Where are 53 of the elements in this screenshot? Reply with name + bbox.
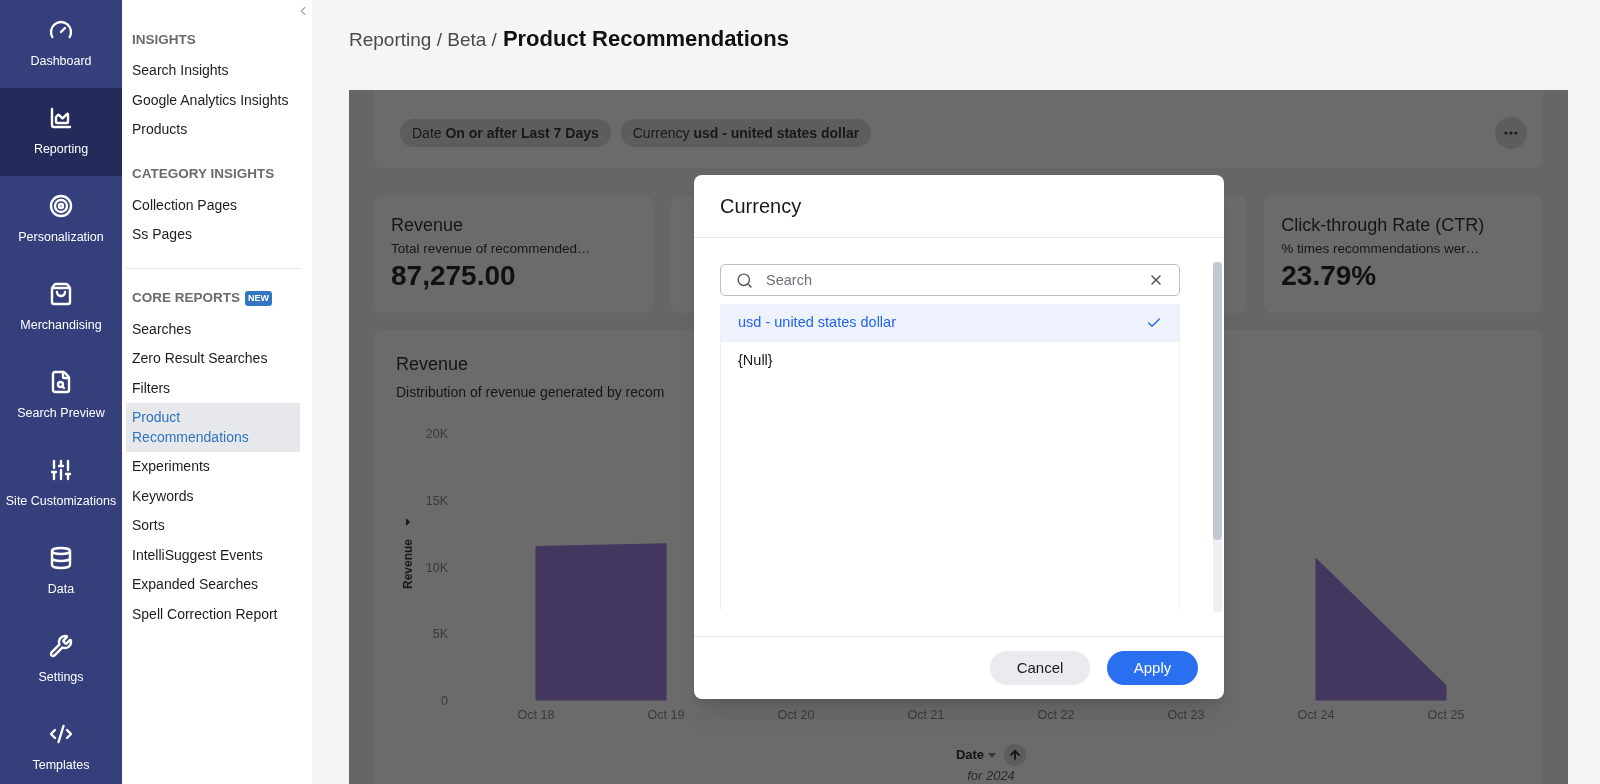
metric-value: 87,275.00 [391,259,517,293]
area-chart-icon [49,105,73,130]
sidebar-link[interactable]: Keywords [126,481,300,511]
search-icon [736,272,753,289]
sort-button[interactable] [1004,744,1027,766]
option-item[interactable]: usd - united states dollar [721,304,1179,342]
sidebar-link[interactable]: Products [126,115,300,145]
more-button[interactable] [1495,117,1527,149]
sidebar-link[interactable]: Sorts [126,511,300,541]
apply-button[interactable]: Apply [1107,651,1198,685]
sidebar-link[interactable]: Search Insights [126,56,300,86]
sidebar-link[interactable]: Spell Correction Report [126,599,300,629]
breadcrumb-path[interactable]: Reporting / Beta / [349,26,497,55]
file-search-icon [49,369,73,394]
page-title: Product Recommendations [502,25,789,53]
new-badge: NEW [245,290,272,307]
chart-title: Revenue [396,353,469,376]
target-icon [49,193,73,218]
metric-title: Click-through Rate (CTR) [1281,214,1486,236]
database-icon [49,545,73,570]
wrench-icon [49,633,73,658]
scrollbar-thumb[interactable] [1213,262,1222,540]
metric-title: Revenue [391,214,465,236]
sidebar-link[interactable]: Collection Pages [126,190,300,220]
option-item[interactable]: {Null} [721,342,1179,380]
sidebar-link[interactable]: Filters [126,373,300,403]
x-axis-title: Date [955,746,985,765]
sidebar-link[interactable]: Product Recommendations [126,403,300,452]
sidebar-link[interactable]: IntelliSuggest Events [126,540,300,570]
section-heading: CATEGORY INSIGHTS [132,165,275,184]
caret-icon[interactable] [406,518,410,526]
dialog-title: Currency [720,194,802,219]
sidebar-link[interactable]: Expanded Searches [126,570,300,600]
chart-description: Distribution of revenue generated by recom [396,383,665,402]
shopping-bag-icon [49,281,73,306]
section-heading: INSIGHTS [132,30,196,49]
section-heading: CORE REPORTS [132,289,240,308]
sliders-icon [49,457,73,482]
nav-item[interactable]: Reporting [0,88,122,176]
sidebar-link[interactable]: Ss Pages [126,220,300,250]
y-axis-title: Revenue [401,539,415,589]
sidebar-link[interactable]: Zero Result Searches [126,344,300,374]
metric-description: % times recommendations wer… [1281,240,1481,258]
metric-value: 23.79% [1281,259,1378,293]
search-field[interactable]: Search [720,264,1180,296]
sidebar-link[interactable]: Searches [126,314,300,344]
caret-icon[interactable] [988,752,997,758]
more-icon [1504,131,1518,135]
cancel-button[interactable]: Cancel [990,651,1090,685]
metric-description: Total revenue of recommended… [391,240,592,258]
sidebar-link[interactable]: Google Analytics Insights [126,85,300,115]
sidebar-link[interactable]: Experiments [126,452,300,482]
sort-note: for 2024 [967,767,1015,784]
